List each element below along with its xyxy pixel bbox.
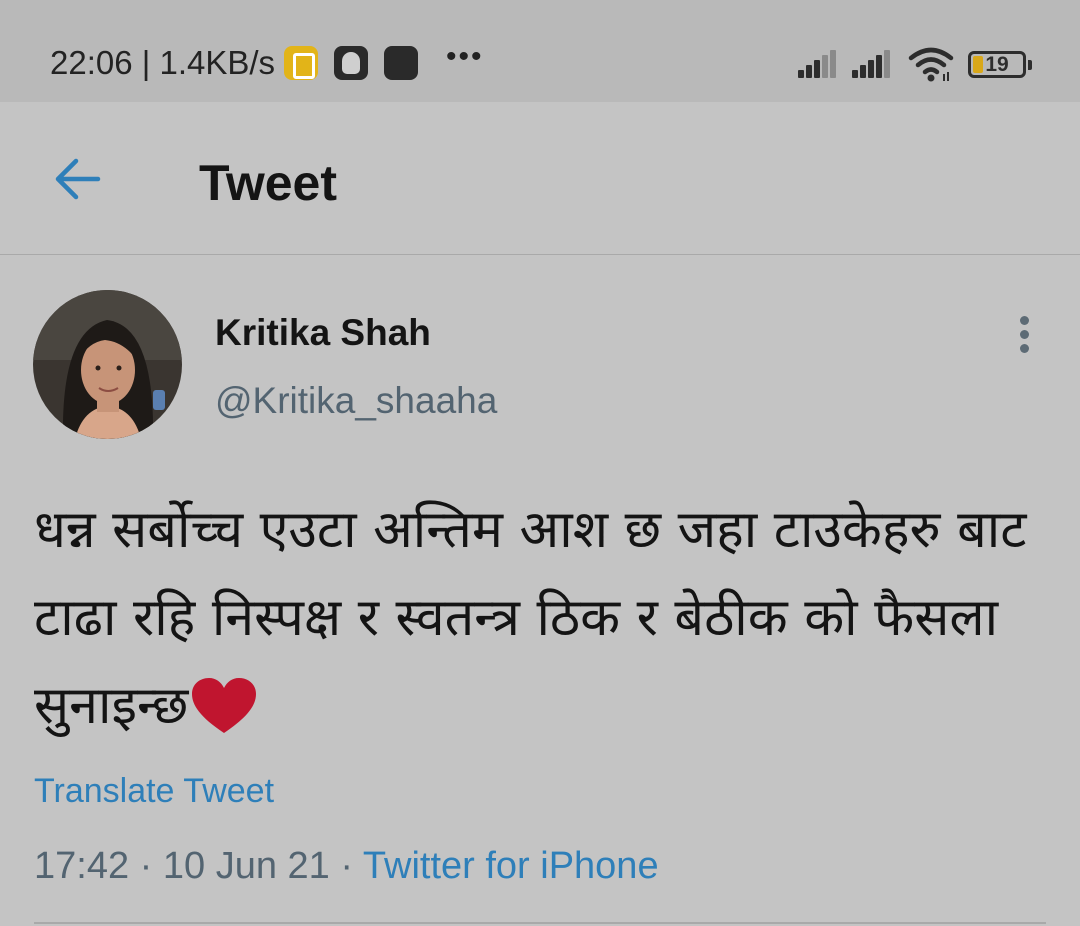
app-dark-icon bbox=[384, 46, 418, 80]
app-face-icon bbox=[334, 46, 368, 80]
signal-icon bbox=[852, 50, 894, 78]
heart-icon bbox=[192, 678, 257, 733]
back-button[interactable] bbox=[50, 156, 104, 202]
translate-tweet-link[interactable]: Translate Tweet bbox=[34, 772, 274, 811]
divider bbox=[34, 922, 1046, 924]
author-handle[interactable]: @Kritika_shaaha bbox=[215, 380, 497, 422]
more-options-icon[interactable] bbox=[1008, 312, 1042, 358]
wifi-icon bbox=[908, 47, 954, 82]
tweet-text-content: धन्न सर्बोच्च एउटा अन्तिम आश छ जहा टाउके… bbox=[34, 500, 1027, 736]
meta-separator: · bbox=[139, 845, 153, 887]
meta-separator: · bbox=[340, 845, 354, 887]
tweet-text: धन्न सर्बोच्च एउटा अन्तिम आश छ जहा टाउके… bbox=[34, 486, 1064, 750]
author-display-name[interactable]: Kritika Shah bbox=[215, 312, 431, 354]
tweet-source-link[interactable]: Twitter for iPhone bbox=[363, 845, 659, 887]
status-bar: 22:06 | 1.4KB/s ••• 19 bbox=[0, 0, 1080, 102]
more-notifications-icon: ••• bbox=[446, 40, 484, 73]
signal-icon bbox=[798, 50, 840, 78]
app-yellow-icon bbox=[284, 46, 318, 80]
header: Tweet bbox=[0, 102, 1080, 255]
page-title: Tweet bbox=[199, 155, 337, 211]
tweet-metadata: 17:42 · 10 Jun 21 · Twitter for iPhone bbox=[34, 845, 659, 888]
battery-level: 19 bbox=[985, 53, 1009, 76]
status-time: 22:06 | 1.4KB/s bbox=[50, 44, 276, 81]
tweet-time: 17:42 bbox=[34, 845, 130, 887]
battery-icon: 19 bbox=[968, 51, 1032, 78]
arrow-left-icon bbox=[55, 158, 101, 200]
tweet-date: 10 Jun 21 bbox=[162, 845, 330, 887]
avatar[interactable] bbox=[33, 290, 182, 439]
